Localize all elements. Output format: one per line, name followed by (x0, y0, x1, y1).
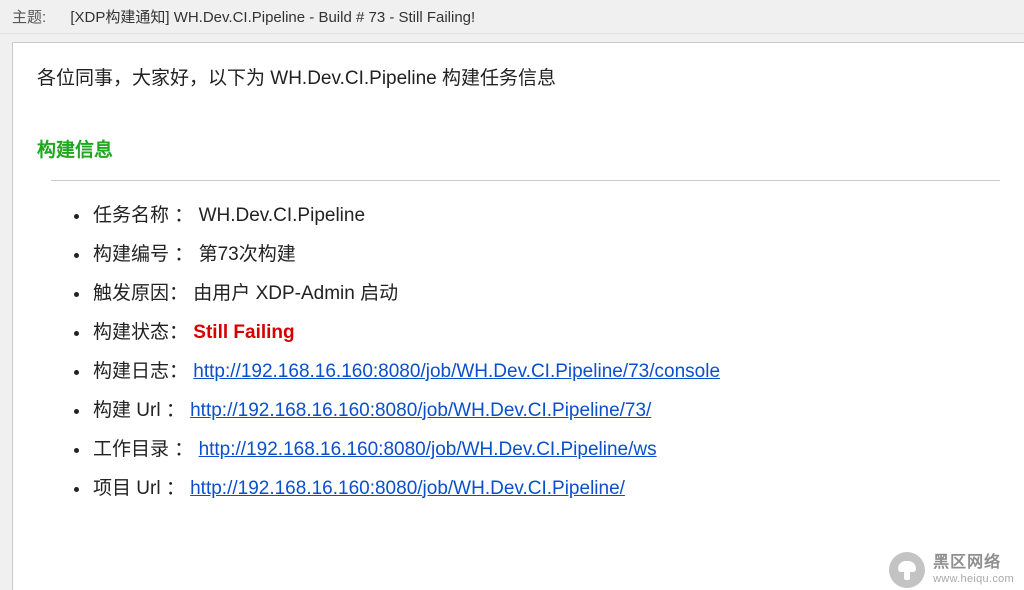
item-label: 构建日志： (93, 353, 188, 392)
item-label: 构建状态： (93, 314, 188, 353)
item-label: 构建 Url ： (93, 392, 185, 431)
section-title: 构建信息 (37, 135, 1000, 162)
item-value: 第73次构建 (199, 244, 296, 265)
subject-label: 主题: (12, 9, 46, 26)
item-label: 触发原因： (93, 275, 188, 314)
watermark-cn: 黑区网络 (933, 554, 1014, 572)
build-status-value: Still Failing (193, 322, 294, 343)
email-body: 各位同事，大家好，以下为 WH.Dev.CI.Pipeline 构建任务信息 构… (12, 42, 1024, 590)
item-label: 项目 Url ： (93, 470, 185, 509)
mushroom-icon (897, 560, 917, 580)
list-item: 触发原因： 由用户 XDP-Admin 启动 (91, 275, 1000, 314)
workspace-link[interactable]: http://192.168.16.160:8080/job/WH.Dev.CI… (199, 439, 657, 460)
build-info-list: 任务名称 ： WH.Dev.CI.Pipeline 构建编号 ： 第73次构建 … (91, 197, 1000, 509)
watermark-url: www.heiqu.com (933, 573, 1014, 586)
list-item: 构建日志： http://192.168.16.160:8080/job/WH.… (91, 353, 1000, 392)
item-value: 由用户 XDP-Admin 启动 (193, 283, 398, 304)
build-url-link[interactable]: http://192.168.16.160:8080/job/WH.Dev.CI… (190, 400, 651, 421)
build-log-link[interactable]: http://192.168.16.160:8080/job/WH.Dev.CI… (193, 361, 720, 382)
item-label: 构建编号 ： (93, 236, 193, 275)
watermark-text: 黑区网络 www.heiqu.com (933, 554, 1014, 585)
subject-bar: 主题: [XDP构建通知] WH.Dev.CI.Pipeline - Build… (0, 0, 1024, 34)
subject-text: [XDP构建通知] WH.Dev.CI.Pipeline - Build # 7… (70, 9, 475, 26)
watermark: 黑区网络 www.heiqu.com (889, 552, 1014, 588)
greeting-text: 各位同事，大家好，以下为 WH.Dev.CI.Pipeline 构建任务信息 (37, 63, 1000, 90)
divider (51, 180, 1000, 181)
list-item: 构建状态： Still Failing (91, 314, 1000, 353)
list-item: 工作目录 ： http://192.168.16.160:8080/job/WH… (91, 431, 1000, 470)
list-item: 构建 Url ： http://192.168.16.160:8080/job/… (91, 392, 1000, 431)
watermark-icon (889, 552, 925, 588)
list-item: 任务名称 ： WH.Dev.CI.Pipeline (91, 197, 1000, 236)
item-label: 工作目录 ： (93, 431, 193, 470)
list-item: 项目 Url ： http://192.168.16.160:8080/job/… (91, 470, 1000, 509)
item-label: 任务名称 ： (93, 197, 193, 236)
project-url-link[interactable]: http://192.168.16.160:8080/job/WH.Dev.CI… (190, 478, 625, 499)
list-item: 构建编号 ： 第73次构建 (91, 236, 1000, 275)
item-value: WH.Dev.CI.Pipeline (199, 205, 365, 226)
